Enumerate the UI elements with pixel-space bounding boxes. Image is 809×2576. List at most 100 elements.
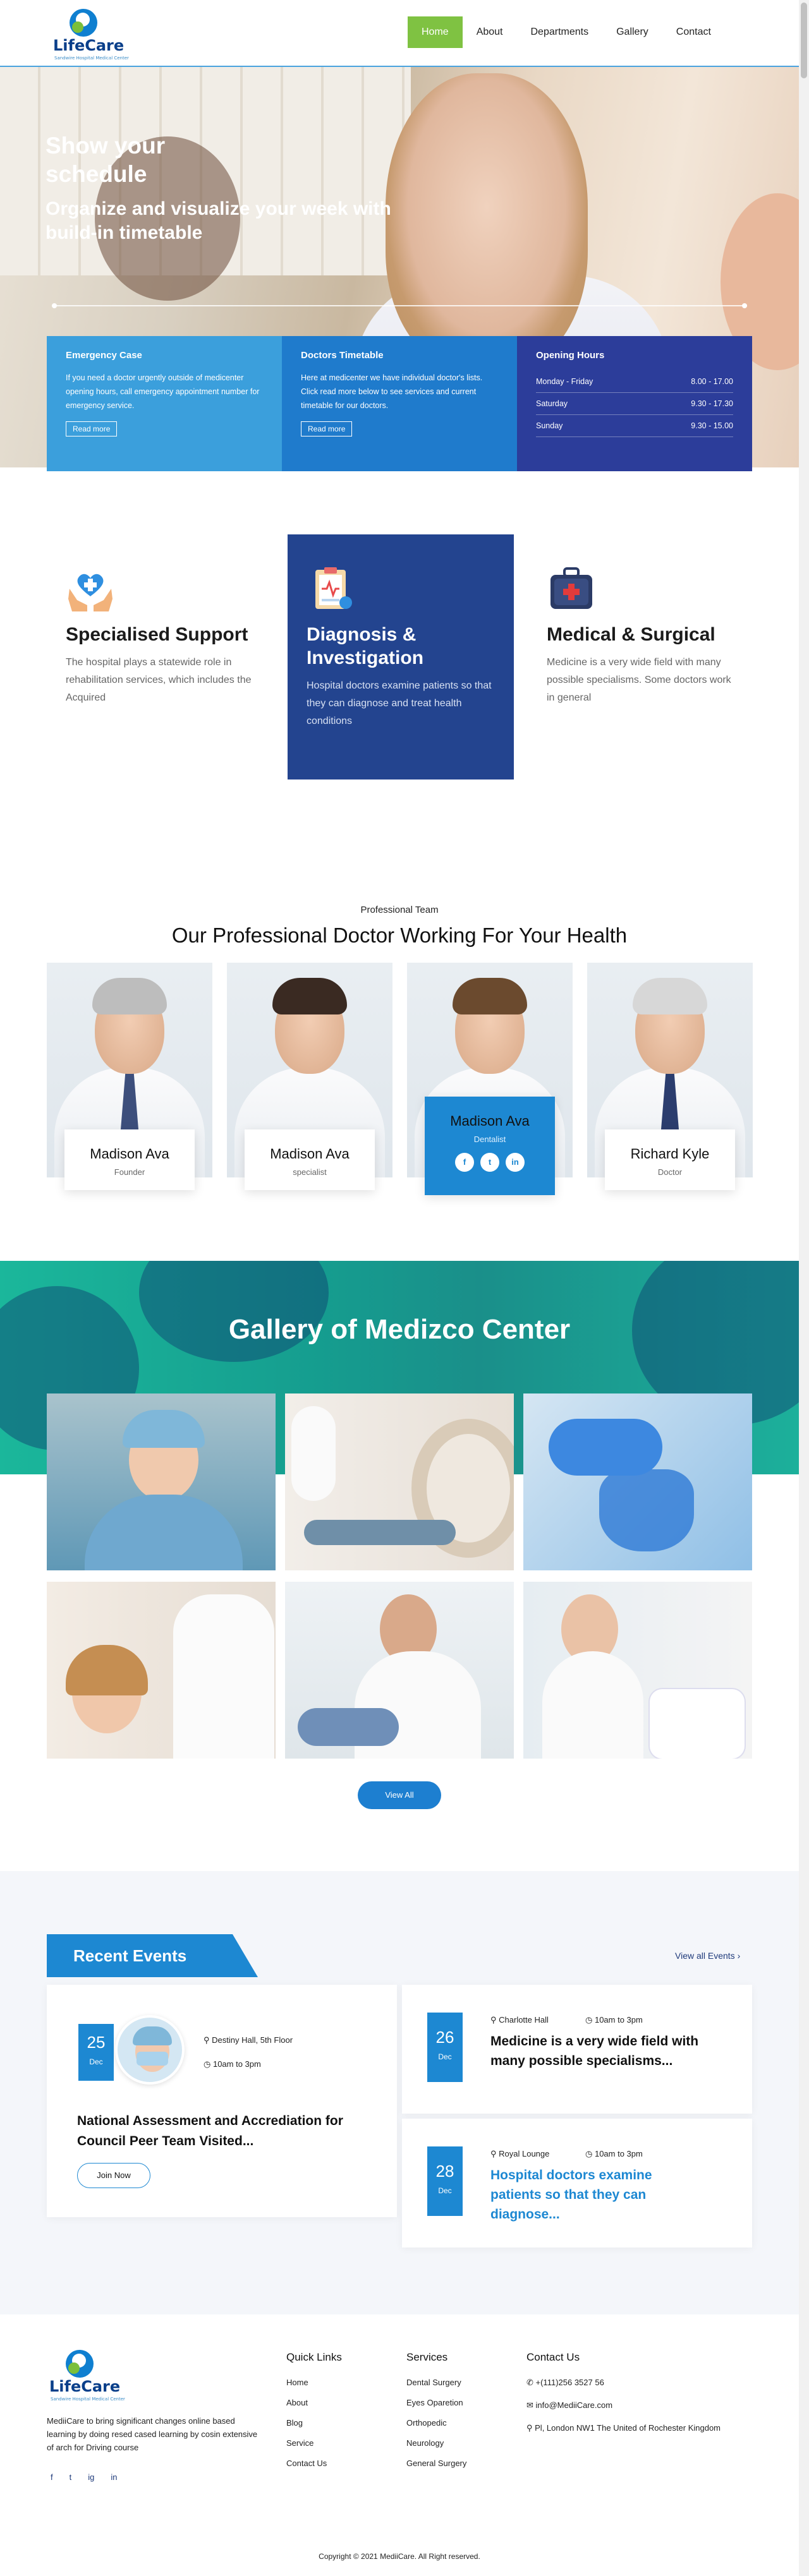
nav-about[interactable]: About xyxy=(463,16,517,48)
hero-divider xyxy=(52,303,747,308)
event-card-featured[interactable]: 25 Dec ⚲ Destiny Hall, 5th Floor ◷ 10am … xyxy=(47,1985,397,2217)
team-kicker: Professional Team xyxy=(360,905,439,915)
event-month: Dec xyxy=(438,2186,452,2195)
nav-contact[interactable]: Contact xyxy=(662,16,725,48)
event-title[interactable]: Medicine is a very wide field with many … xyxy=(490,2031,731,2071)
hero-doctor-image xyxy=(386,73,588,370)
footer-phone-text: +(111)256 3527 56 xyxy=(535,2378,604,2387)
hours-day: Saturday xyxy=(536,399,568,408)
gallery-view-all-button[interactable]: View All xyxy=(358,1781,441,1809)
feature-medical-surgical: Medical & Surgical Medicine is a very wi… xyxy=(528,534,754,779)
facebook-icon[interactable]: f xyxy=(455,1153,474,1172)
feature-specialised-support: Specialised Support The hospital plays a… xyxy=(47,534,273,779)
feature-text: Medicine is a very wide field with many … xyxy=(547,657,731,703)
heart-hands-icon xyxy=(66,563,115,613)
nav-gallery[interactable]: Gallery xyxy=(602,16,662,48)
event-place-text: Royal Lounge xyxy=(499,2149,550,2158)
hours-time: 9.30 - 15.00 xyxy=(691,421,733,430)
event-card[interactable]: 28 Dec ⚲ Royal Lounge ◷ 10am to 3pm Hosp… xyxy=(402,2119,752,2248)
event-image xyxy=(115,2015,185,2085)
envelope-icon: ✉ xyxy=(526,2400,536,2410)
gallery-title: Gallery of Medizco Center xyxy=(228,1314,571,1345)
copyright: Copyright © 2021 MediiCare. All Right re… xyxy=(319,2552,480,2561)
doctor-name: Madison Ava xyxy=(90,1146,169,1162)
footer-address: ⚲ Pl, London NW1 The United of Rochester… xyxy=(526,2423,754,2433)
footer-description: MediiCare to bring significant changes o… xyxy=(47,2416,258,2452)
footer-email[interactable]: ✉ info@MediiCare.com xyxy=(526,2400,754,2410)
gallery-image-surgeon[interactable] xyxy=(47,1393,276,1570)
page-scrollbar[interactable] xyxy=(799,0,809,2576)
footer-link-contact[interactable]: Contact Us xyxy=(286,2459,342,2468)
footer-link-neurology[interactable]: Neurology xyxy=(406,2438,466,2448)
logo-mark-icon xyxy=(66,2350,94,2378)
footer-link-service[interactable]: Service xyxy=(286,2438,342,2448)
footer-link-dental[interactable]: Dental Surgery xyxy=(406,2378,466,2387)
event-card[interactable]: 26 Dec ⚲ Charlotte Hall ◷ 10am to 3pm Me… xyxy=(402,1985,752,2114)
hours-day: Monday - Friday xyxy=(536,377,593,386)
doctor-role: Founder xyxy=(114,1167,145,1177)
doctor-card[interactable]: Madison Ava Founder xyxy=(47,963,212,1190)
nav-home[interactable]: Home xyxy=(408,16,463,48)
footer-link-eyes[interactable]: Eyes Oparetion xyxy=(406,2398,466,2407)
event-time: ◷ 10am to 3pm xyxy=(204,2059,261,2069)
linkedin-icon[interactable]: in xyxy=(506,1153,525,1172)
event-title[interactable]: Hospital doctors examine patients so tha… xyxy=(490,2165,693,2224)
footer-logo[interactable]: LifeCare Sandwire Hospital Medical Cente… xyxy=(47,2350,129,2402)
footer-link-about[interactable]: About xyxy=(286,2398,342,2407)
gallery-image-lab-flask[interactable] xyxy=(523,1393,752,1570)
gallery-image-elderly-patient[interactable] xyxy=(523,1582,752,1759)
nav-departments[interactable]: Departments xyxy=(517,16,603,48)
timetable-read-more-button[interactable]: Read more xyxy=(301,421,353,436)
clock-icon: ◷ xyxy=(585,2149,595,2158)
event-time: ◷ 10am to 3pm xyxy=(585,2149,643,2159)
feature-text: Hospital doctors examine patients so tha… xyxy=(307,680,492,726)
emergency-read-more-button[interactable]: Read more xyxy=(66,421,118,436)
logo-mark-icon xyxy=(70,9,97,37)
map-marker-icon: ⚲ xyxy=(490,2149,499,2158)
footer-email-text: info@MediiCare.com xyxy=(535,2400,613,2410)
doctor-name: Madison Ava xyxy=(270,1146,350,1162)
doctor-card[interactable]: Richard Kyle Doctor xyxy=(587,963,753,1190)
event-date: 25 Dec xyxy=(78,2024,114,2081)
gallery-image-doctor-examining[interactable] xyxy=(285,1582,514,1759)
view-all-events-link[interactable]: View all Events › xyxy=(675,1951,740,1961)
twitter-icon[interactable]: t xyxy=(480,1153,499,1172)
join-now-button[interactable]: Join Now xyxy=(77,2163,150,2188)
facebook-icon[interactable]: f xyxy=(51,2472,53,2482)
footer-link-blog[interactable]: Blog xyxy=(286,2418,342,2428)
logo-name: LifeCare xyxy=(53,37,125,54)
doctor-card[interactable]: Madison Ava specialist xyxy=(227,963,392,1190)
footer-link-orthopedic[interactable]: Orthopedic xyxy=(406,2418,466,2428)
footer-services: Services Dental Surgery Eyes Oparetion O… xyxy=(406,2351,466,2479)
event-day: 28 xyxy=(435,2162,454,2181)
doctor-info: Richard Kyle Doctor xyxy=(605,1129,735,1190)
first-aid-kit-icon xyxy=(547,563,596,613)
instagram-icon[interactable]: ig xyxy=(88,2472,94,2482)
scrollbar-thumb[interactable] xyxy=(801,3,807,78)
doctor-role: Dentalist xyxy=(473,1135,506,1144)
emergency-title: Emergency Case xyxy=(66,350,142,361)
doctors-timetable-box: Doctors Timetable Here at medicenter we … xyxy=(282,336,517,471)
doctor-role: specialist xyxy=(293,1167,327,1177)
gallery-image-scanner[interactable] xyxy=(285,1393,514,1570)
feature-diagnosis: Diagnosis & Investigation Hospital docto… xyxy=(288,534,514,779)
footer-link-general-surgery[interactable]: General Surgery xyxy=(406,2459,466,2468)
site-logo[interactable]: LifeCare Sandwire Hospital Medical Cente… xyxy=(51,9,129,61)
event-place: ⚲ Royal Lounge xyxy=(490,2149,549,2159)
event-date: 28 Dec xyxy=(427,2146,463,2216)
logo-tagline: Sandwire Hospital Medical Center xyxy=(54,56,129,61)
map-marker-icon: ⚲ xyxy=(526,2423,535,2433)
gallery-image-child-checkup[interactable] xyxy=(47,1582,276,1759)
doctor-socials: f t in xyxy=(425,1153,555,1172)
linkedin-icon[interactable]: in xyxy=(111,2472,117,2482)
twitter-icon[interactable]: t xyxy=(70,2472,72,2482)
footer-address-text: Pl, London NW1 The United of Rochester K… xyxy=(535,2423,721,2433)
event-title[interactable]: National Assessment and Accrediation for… xyxy=(77,2111,374,2152)
doctor-card-active[interactable]: Madison Ava Dentalist f t in xyxy=(407,963,573,1195)
hours-row: Monday - Friday 8.00 - 17.00 xyxy=(536,371,733,393)
map-marker-icon: ⚲ xyxy=(490,2015,499,2025)
doctor-name: Madison Ava xyxy=(450,1113,530,1129)
hero-title: Show your schedule xyxy=(46,133,166,187)
footer-link-home[interactable]: Home xyxy=(286,2378,342,2387)
logo-tagline: Sandwire Hospital Medical Center xyxy=(51,2397,125,2402)
